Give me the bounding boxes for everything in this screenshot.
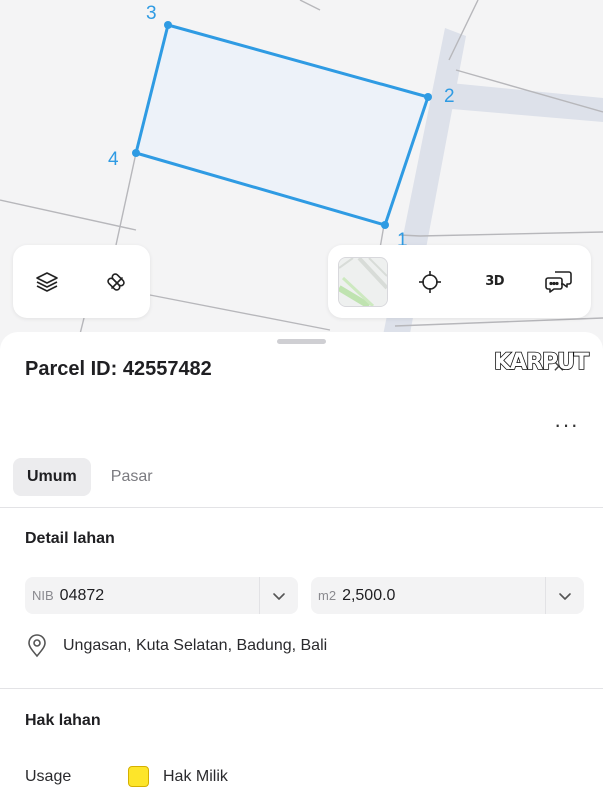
nib-value: 04872 xyxy=(59,586,105,604)
divider xyxy=(0,688,603,689)
usage-row: Usage Hak Milik xyxy=(25,766,585,790)
usage-color-swatch xyxy=(128,766,149,787)
map-tools-left xyxy=(13,245,150,318)
chat-bubbles-icon[interactable] xyxy=(537,260,581,304)
section-title-detail-lahan: Detail lahan xyxy=(25,530,115,547)
crosshair-icon[interactable] xyxy=(408,260,452,304)
basemap-thumbnail[interactable] xyxy=(338,256,388,307)
layers-icon[interactable] xyxy=(25,260,69,304)
location-pin-icon xyxy=(28,634,46,658)
parcel-title: Parcel ID: 42557482 xyxy=(25,358,212,380)
usage-label: Usage xyxy=(25,768,72,785)
nib-field[interactable]: NIB 04872 xyxy=(25,577,298,614)
more-options-icon[interactable]: ··· xyxy=(554,412,579,438)
chevron-down-icon[interactable] xyxy=(545,577,584,614)
measure-icon[interactable] xyxy=(94,260,138,304)
vertex-label-3: 3 xyxy=(146,3,157,24)
tab-pasar[interactable]: Pasar xyxy=(97,458,167,496)
nib-prefix: NIB xyxy=(32,588,54,603)
parcel-detail-sheet: Parcel ID: 42557482 × KARPUT ··· Umum Pa… xyxy=(0,332,603,804)
location-text: Ungasan, Kuta Selatan, Badung, Bali xyxy=(63,637,328,654)
area-unit-prefix: m2 xyxy=(318,588,337,603)
tab-umum[interactable]: Umum xyxy=(13,458,91,496)
tab-bar: Umum Pasar xyxy=(13,458,167,496)
chevron-down-icon[interactable] xyxy=(259,577,298,614)
vertex-label-2: 2 xyxy=(444,86,455,107)
area-value: 2,500.0 xyxy=(342,586,396,604)
divider xyxy=(0,507,603,508)
sheet-drag-handle[interactable] xyxy=(277,339,326,344)
vertex-label-4: 4 xyxy=(108,149,119,170)
karput-logo: KARPUT xyxy=(493,349,590,376)
section-title-hak-lahan: Hak lahan xyxy=(25,712,101,729)
usage-value: Hak Milik xyxy=(163,768,228,785)
location-row: Ungasan, Kuta Selatan, Badung, Bali xyxy=(27,634,327,658)
map-tools-right: 3D xyxy=(328,245,591,318)
toggle-3d-button[interactable]: 3D xyxy=(473,260,517,304)
area-field[interactable]: m2 2,500.0 xyxy=(311,577,584,614)
